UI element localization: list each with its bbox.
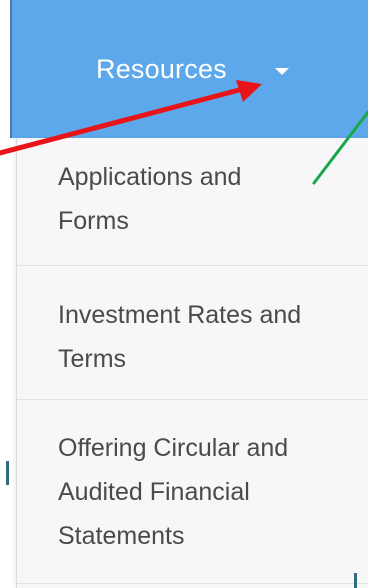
green-arrow-icon <box>312 110 368 185</box>
red-arrow-icon <box>0 80 262 156</box>
annotation-overlay <box>0 80 368 185</box>
